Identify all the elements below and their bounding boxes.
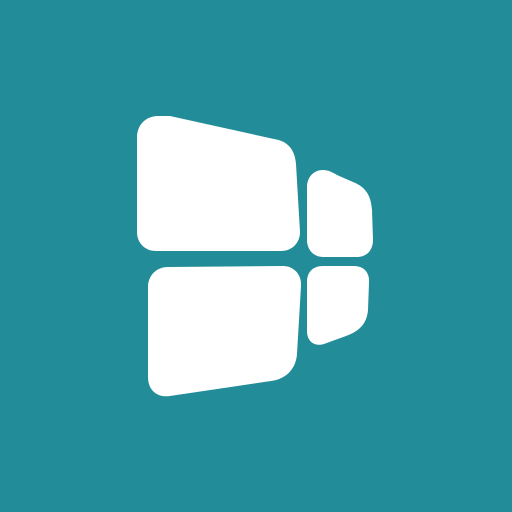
icon-background [0,0,512,512]
app-icon [0,0,512,512]
panel-bottom-left [148,266,302,397]
windowed-panels-logo-icon [0,0,512,512]
